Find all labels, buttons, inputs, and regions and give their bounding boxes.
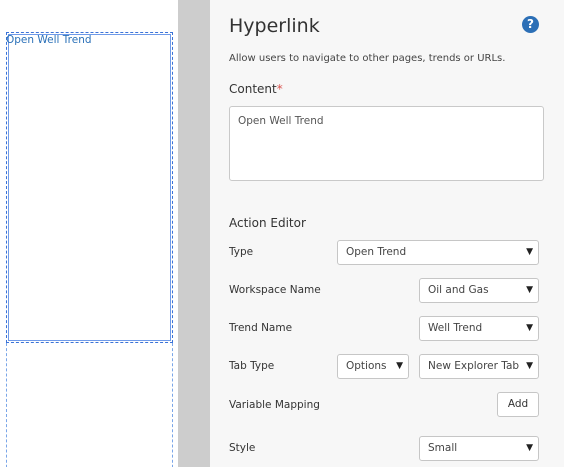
action-editor-title: Action Editor [229, 216, 306, 230]
style-label: Style [229, 442, 256, 454]
tab-type-label: Tab Type [229, 360, 275, 372]
workspace-label: Workspace Name [229, 284, 321, 296]
type-select[interactable]: Open Trend ▼ [337, 240, 539, 265]
type-label: Type [229, 246, 254, 258]
tab-type-options-select[interactable]: Options ▼ [337, 354, 409, 379]
content-textarea[interactable]: Open Well Trend [229, 106, 544, 181]
tab-type-options-value: Options [346, 360, 387, 372]
panel-description: Allow users to navigate to other pages, … [229, 53, 506, 64]
add-mapping-button[interactable]: Add [497, 392, 539, 417]
workspace-select-value: Oil and Gas [428, 284, 489, 296]
hyperlink-widget-selected[interactable] [6, 32, 173, 343]
chevron-down-icon: ▼ [526, 285, 533, 295]
chevron-down-icon: ▼ [526, 361, 533, 371]
trend-select-value: Well Trend [428, 322, 483, 334]
properties-panel: Hyperlink ? Allow users to navigate to o… [210, 0, 564, 467]
empty-widget-area[interactable] [6, 343, 173, 467]
content-label: Content* [229, 82, 283, 96]
help-icon[interactable]: ? [522, 16, 539, 33]
tab-type-select[interactable]: New Explorer Tab ▼ [419, 354, 539, 379]
variable-mapping-label: Variable Mapping [229, 399, 320, 411]
style-select[interactable]: Small ▼ [419, 436, 539, 461]
workspace-select[interactable]: Oil and Gas ▼ [419, 278, 539, 303]
trend-label: Trend Name [229, 322, 293, 334]
content-label-text: Content [229, 82, 277, 96]
required-mark: * [276, 82, 283, 96]
chevron-down-icon: ▼ [526, 323, 533, 333]
hyperlink-widget-text[interactable]: Open Well Trend [6, 34, 92, 46]
tab-type-select-value: New Explorer Tab [428, 360, 520, 372]
selection-outline [8, 34, 171, 341]
dashboard-canvas: Open Well Trend [0, 0, 210, 467]
style-select-value: Small [428, 442, 458, 454]
type-select-value: Open Trend [346, 246, 407, 258]
chevron-down-icon: ▼ [526, 443, 533, 453]
panel-title: Hyperlink [229, 15, 320, 37]
trend-select[interactable]: Well Trend ▼ [419, 316, 539, 341]
chevron-down-icon: ▼ [526, 247, 533, 257]
chevron-down-icon: ▼ [396, 361, 403, 371]
